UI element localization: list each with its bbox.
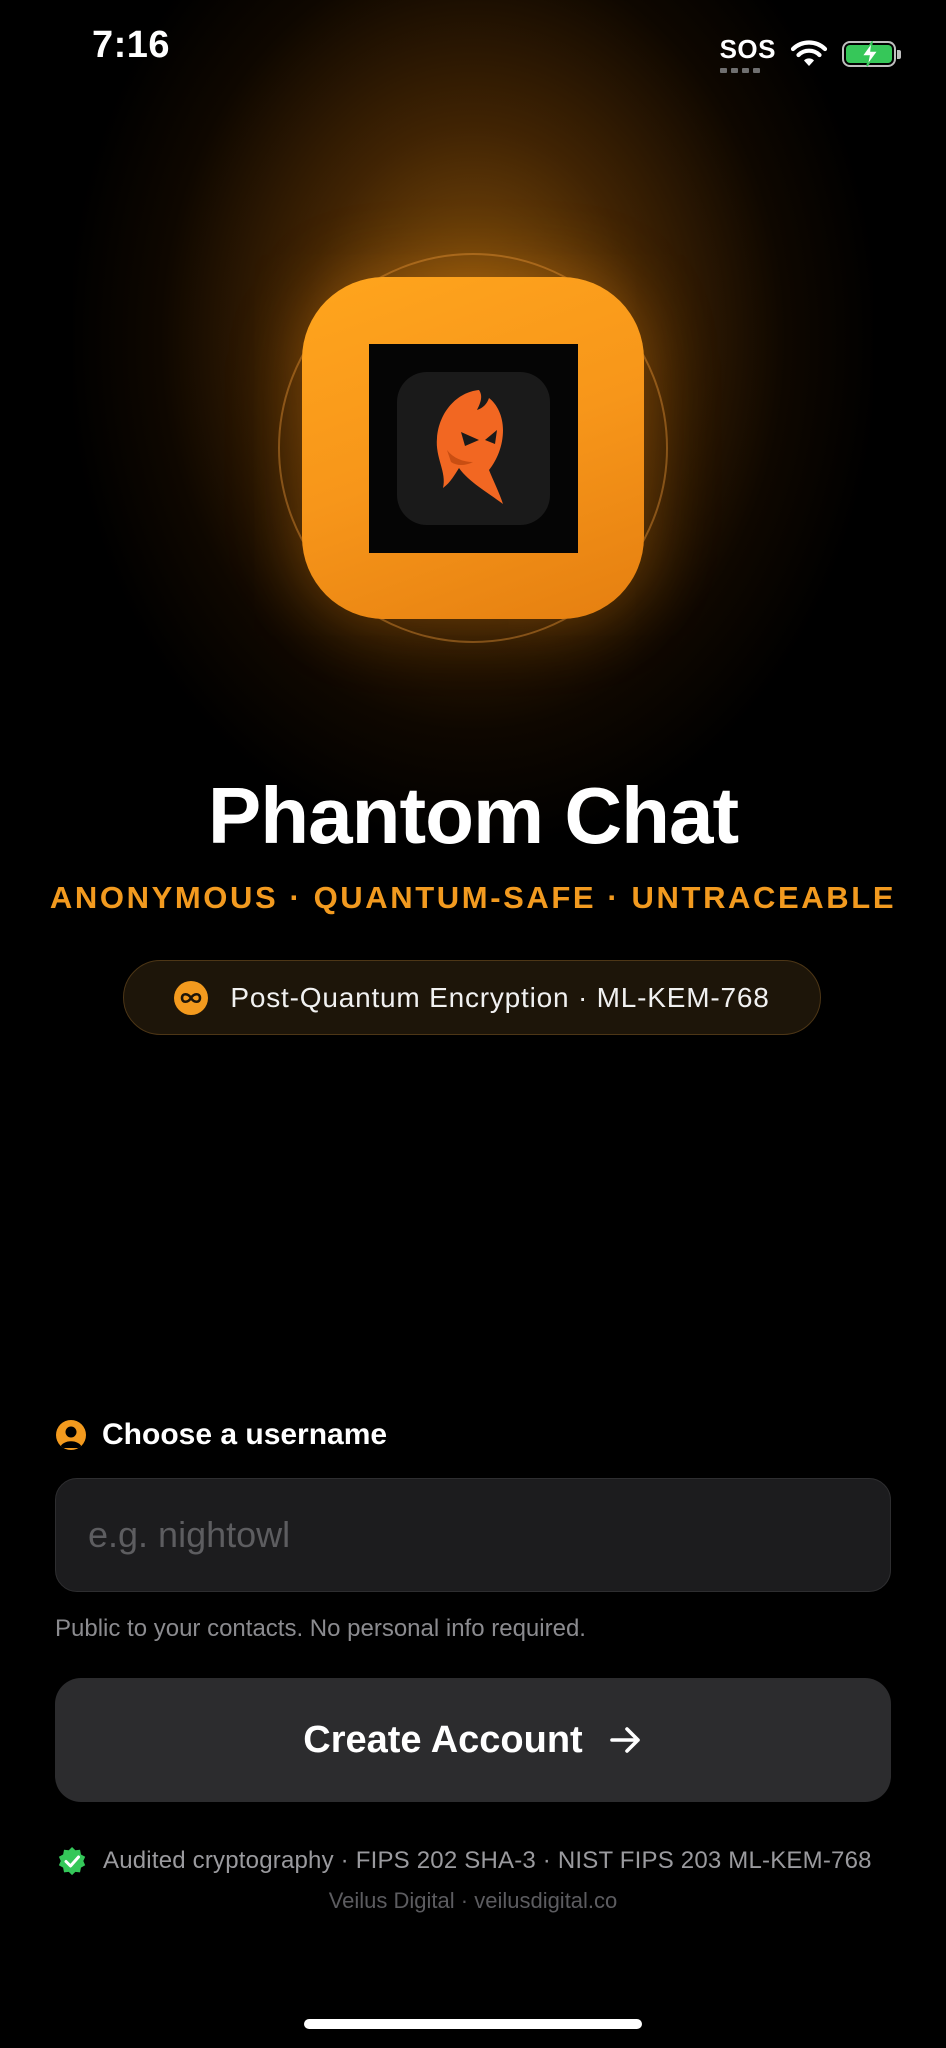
encryption-badge-text: Post-Quantum Encryption · ML-KEM-768: [230, 981, 770, 1013]
battery-charging-icon: [842, 40, 901, 67]
status-time: 7:16: [92, 24, 171, 66]
app-tagline: ANONYMOUS · QUANTUM-SAFE · UNTRACEABLE: [49, 880, 897, 915]
status-indicators: SOS: [719, 34, 901, 73]
user-circle-icon: [56, 1420, 86, 1450]
logo-frame: [369, 344, 578, 553]
audit-text: Audited cryptography · FIPS 202 SHA-3 · …: [103, 1847, 872, 1874]
username-helper-text: Public to your contacts. No personal inf…: [55, 1615, 586, 1642]
sos-label: SOS: [719, 34, 776, 64]
app-title: Phantom Chat: [207, 771, 739, 860]
audit-row: Audited cryptography · FIPS 202 SHA-3 · …: [57, 1846, 872, 1876]
app-screen: 7:16 SOS Phantom Chat ANONYMOUS · QUANTU…: [0, 0, 946, 2048]
verified-check-icon: [58, 1846, 86, 1876]
username-label-row: Choose a username: [56, 1418, 387, 1452]
wifi-icon: [790, 40, 828, 66]
logo-badge: [397, 372, 550, 525]
developer-credit: Veilus Digital · veilusdigital.co: [328, 1888, 618, 1913]
username-label: Choose a username: [102, 1418, 388, 1451]
create-account-button[interactable]: Create Account: [55, 1678, 891, 1802]
app-logo: [302, 277, 644, 619]
sos-indicator: SOS: [719, 34, 776, 73]
username-input[interactable]: [55, 1478, 891, 1592]
create-account-label: Create Account: [303, 1718, 583, 1761]
hooded-phantom-icon: [436, 390, 503, 504]
encryption-badge: Post-Quantum Encryption · ML-KEM-768: [123, 960, 821, 1035]
infinity-icon: [174, 980, 209, 1015]
signal-dots: [719, 68, 760, 73]
arrow-right-icon: [609, 1727, 640, 1753]
home-indicator[interactable]: [304, 2019, 642, 2029]
